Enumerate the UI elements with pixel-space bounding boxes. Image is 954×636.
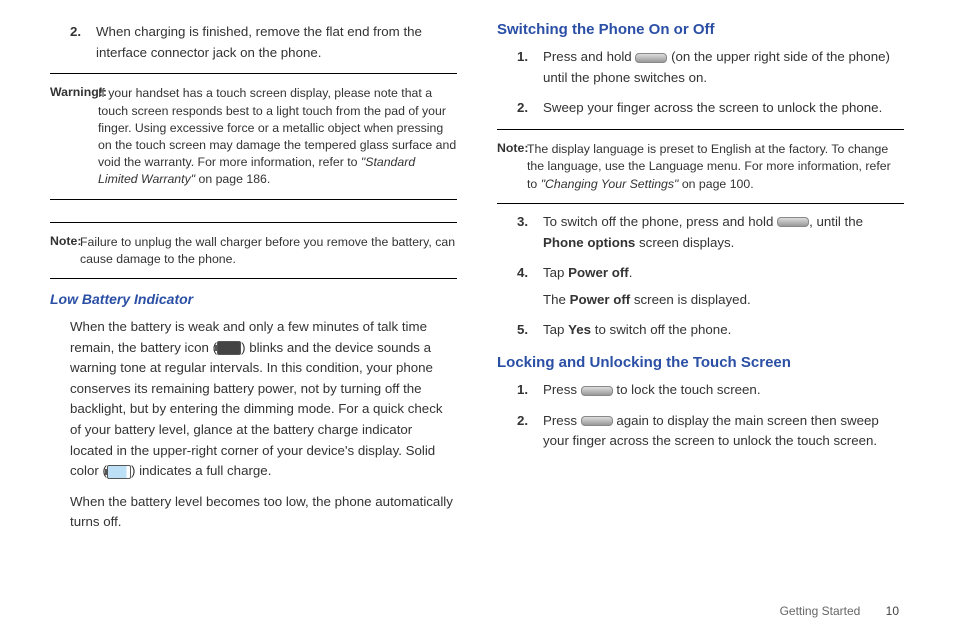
text: Tap (543, 265, 568, 280)
step-number: 5. (517, 320, 543, 341)
divider (50, 73, 457, 74)
step-number: 1. (517, 47, 543, 88)
list-item: 4. Tap Power off. The Power off screen i… (517, 263, 904, 310)
text: on page 100. (678, 177, 753, 191)
paragraph: When the battery level becomes too low, … (70, 492, 457, 533)
step-number: 1. (517, 380, 543, 401)
subheading-switching: Switching the Phone On or Off (497, 18, 904, 41)
page-footer: Getting Started 10 (780, 604, 899, 618)
text: . (629, 265, 633, 280)
step-text: Press again to display the main screen t… (543, 411, 904, 452)
step-text: Press and hold (on the upper right side … (543, 47, 904, 88)
list-item: 2. Press again to display the main scree… (517, 411, 904, 452)
step-text: Tap Power off. The Power off screen is d… (543, 263, 904, 310)
list-item: 1. Press and hold (on the upper right si… (517, 47, 904, 88)
subheading-locking: Locking and Unlocking the Touch Screen (497, 351, 904, 374)
note-box: Note: The display language is preset to … (497, 138, 904, 195)
text: to lock the touch screen. (613, 382, 761, 397)
text: ) blinks and the device sounds a warning… (70, 340, 443, 479)
text: screen is displayed. (630, 292, 750, 307)
page-content: 2. When charging is finished, remove the… (0, 0, 954, 598)
step-number: 2. (517, 411, 543, 452)
power-button-icon (777, 217, 809, 227)
bold-text: Yes (568, 322, 591, 337)
bold-text: Power off (568, 265, 629, 280)
text: Press (543, 413, 581, 428)
reference-link: "Changing Your Settings" (541, 177, 679, 191)
battery-full-icon (107, 465, 131, 479)
divider (497, 129, 904, 130)
warning-text: If your handset has a touch screen displ… (98, 85, 457, 188)
bold-text: Phone options (543, 235, 635, 250)
subheading-low-battery: Low Battery Indicator (50, 289, 457, 311)
text: on page 186. (195, 172, 270, 186)
step-number: 3. (517, 212, 543, 253)
page-number: 10 (886, 604, 899, 618)
divider (50, 199, 457, 200)
section-name: Getting Started (780, 604, 861, 618)
step-text: To switch off the phone, press and hold … (543, 212, 904, 253)
step-number: 4. (517, 263, 543, 310)
list-item: 3. To switch off the phone, press and ho… (517, 212, 904, 253)
text: Press (543, 382, 581, 397)
step-text: Tap Yes to switch off the phone. (543, 320, 904, 341)
left-column: 2. When charging is finished, remove the… (50, 18, 457, 598)
text: Press and hold (543, 49, 635, 64)
text: Tap (543, 322, 568, 337)
paragraph: When the battery is weak and only a few … (70, 317, 457, 482)
note-text: Failure to unplug the wall charger befor… (80, 234, 457, 268)
divider (50, 222, 457, 223)
text: to switch off the phone. (591, 322, 731, 337)
right-column: Switching the Phone On or Off 1. Press a… (497, 18, 904, 598)
battery-empty-icon (217, 341, 241, 355)
step-text: Press to lock the touch screen. (543, 380, 904, 401)
list-item: 2. When charging is finished, remove the… (70, 22, 457, 63)
warning-box: Warning!: If your handset has a touch sc… (50, 82, 457, 190)
note-box: Note: Failure to unplug the wall charger… (50, 231, 457, 271)
power-button-icon (635, 53, 667, 63)
note-label: Note: (50, 234, 81, 248)
step-text: When charging is finished, remove the fl… (96, 22, 457, 63)
list-item: 2. Sweep your finger across the screen t… (517, 98, 904, 119)
text: screen displays. (635, 235, 734, 250)
note-label: Note: (497, 141, 528, 155)
text: ) indicates a full charge. (131, 463, 271, 478)
list-item: 5. Tap Yes to switch off the phone. (517, 320, 904, 341)
step-number: 2. (517, 98, 543, 119)
text: The (543, 292, 570, 307)
divider (497, 203, 904, 204)
power-button-icon (581, 386, 613, 396)
list-item: 1. Press to lock the touch screen. (517, 380, 904, 401)
bold-text: Power off (570, 292, 631, 307)
step-number: 2. (70, 22, 96, 63)
text: , until the (809, 214, 863, 229)
step-text: Sweep your finger across the screen to u… (543, 98, 904, 119)
power-button-icon (581, 416, 613, 426)
divider (50, 278, 457, 279)
note-text: The display language is preset to Englis… (527, 141, 904, 193)
text: To switch off the phone, press and hold (543, 214, 777, 229)
